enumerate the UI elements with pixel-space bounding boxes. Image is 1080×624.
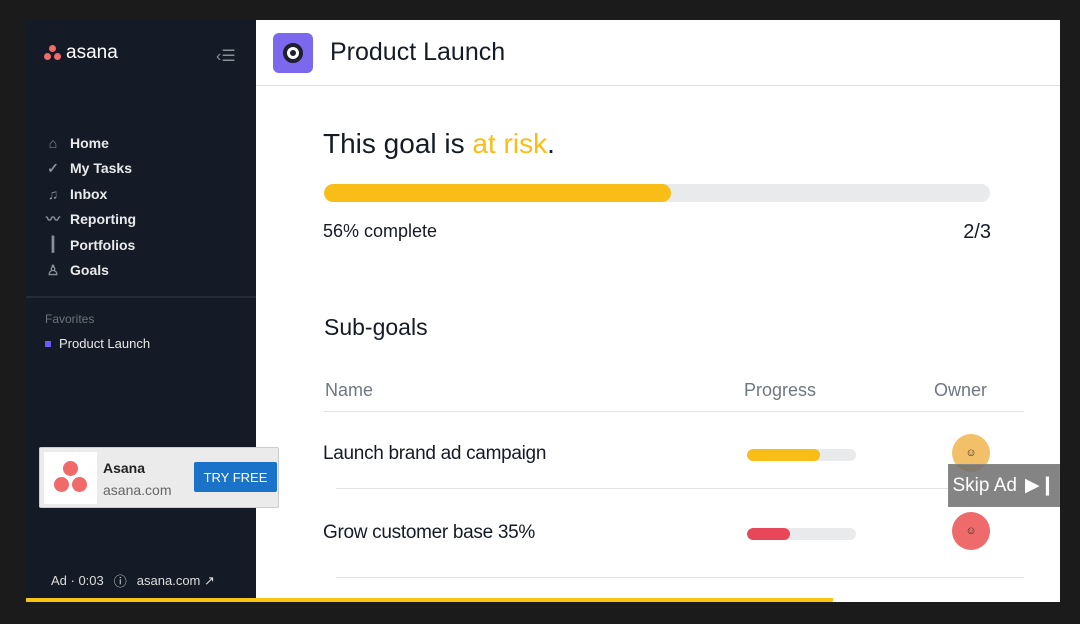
column-header-owner: Owner bbox=[934, 380, 988, 400]
row-divider bbox=[336, 577, 1024, 578]
sidebar-item-home[interactable]: ⌂ Home bbox=[44, 130, 136, 156]
ad-footer-url: asana.com bbox=[136, 572, 201, 588]
bell-icon: ♫ bbox=[47, 185, 59, 202]
header-divider bbox=[324, 411, 1024, 412]
check-circle-icon: ✓ bbox=[47, 159, 59, 176]
ad-advertiser: Asana bbox=[103, 460, 146, 476]
logo-text: asana bbox=[66, 42, 118, 63]
ad-url[interactable]: asana.com bbox=[103, 482, 171, 498]
owner-avatar[interactable]: ☺ bbox=[952, 512, 990, 550]
project-icon bbox=[273, 32, 313, 73]
sidebar-item-my-tasks[interactable]: ✓ My Tasks bbox=[44, 156, 136, 182]
skip-label: Skip Ad bbox=[952, 474, 1017, 496]
skip-ad-button[interactable]: Skip Ad ▶❙ bbox=[948, 464, 1060, 507]
nav-label: My Tasks bbox=[70, 160, 132, 177]
person-icon: ♙ bbox=[46, 261, 60, 278]
subgoal-name[interactable]: Grow customer base 35% bbox=[323, 522, 535, 544]
ad-footer-link[interactable]: asana.com ↗ bbox=[137, 573, 215, 589]
sidebar-item-inbox[interactable]: ♫ Inbox bbox=[44, 181, 136, 207]
skip-next-icon: ▶❙ bbox=[1024, 475, 1056, 496]
main-content: Product Launch This goal is at risk. 56%… bbox=[256, 20, 1060, 602]
nav-label: Goals bbox=[70, 262, 109, 279]
goal-suffix: . bbox=[547, 128, 555, 159]
goal-progress-bar bbox=[324, 184, 990, 202]
column-header-name: Name bbox=[325, 380, 374, 400]
row-divider bbox=[336, 488, 1024, 489]
nav-label: Home bbox=[70, 134, 109, 151]
asana-dots-icon bbox=[44, 45, 62, 61]
sidebar-nav: ⌂ Home ✓ My Tasks ♫ Inbox 〰 Reporting ┃ Portf… bbox=[44, 130, 136, 283]
column-header-progress: Progress bbox=[744, 380, 817, 400]
sidebar-divider bbox=[26, 296, 256, 298]
video-player[interactable]: asana ‹☰ ⌂ Home ✓ My Tasks ♫ Inbox 〰 Reporti… bbox=[26, 20, 1060, 602]
ad-timer: Ad · 0:03 bbox=[51, 573, 104, 588]
goal-progress-fill bbox=[324, 184, 671, 202]
sidebar-item-goals[interactable]: ♙ Goals bbox=[44, 258, 136, 284]
goal-prefix: This goal is bbox=[323, 128, 473, 159]
page-title: Product Launch bbox=[330, 38, 506, 66]
favorite-product-launch[interactable]: Product Launch bbox=[45, 336, 150, 351]
favorites-title: Favorites bbox=[45, 312, 95, 326]
subgoal-name[interactable]: Launch brand ad campaign bbox=[323, 443, 546, 465]
subgoals-title: Sub-goals bbox=[324, 314, 428, 340]
subgoal-progress-fill bbox=[747, 449, 821, 461]
bars-icon: ┃ bbox=[48, 236, 58, 253]
chart-line-icon: 〰 bbox=[46, 211, 60, 228]
home-icon: ⌂ bbox=[48, 134, 58, 151]
nav-label: Reporting bbox=[70, 211, 137, 228]
project-color-dot bbox=[45, 340, 51, 347]
sidebar-item-reporting[interactable]: 〰 Reporting bbox=[44, 207, 136, 233]
subgoal-progress-bar bbox=[747, 449, 856, 461]
goal-status-text: at risk bbox=[472, 128, 548, 159]
progress-count: 2/3 bbox=[963, 221, 991, 243]
progress-label: 56% complete bbox=[323, 221, 438, 241]
external-link-icon: ↗ bbox=[204, 572, 215, 588]
project-header: Product Launch bbox=[256, 20, 1060, 86]
video-progress-bar[interactable] bbox=[26, 598, 1060, 602]
ad-info-bar: Ad · 0:03 ⓘ asana.com ↗ bbox=[51, 571, 215, 590]
subgoal-progress-fill bbox=[747, 528, 790, 540]
nav-label: Inbox bbox=[70, 185, 108, 202]
video-progress-fill bbox=[26, 598, 833, 602]
sidebar-item-portfolios[interactable]: ┃ Portfolios bbox=[44, 232, 136, 258]
asana-logo: asana bbox=[44, 42, 118, 64]
asana-ad-logo-icon bbox=[44, 452, 97, 504]
info-icon[interactable]: ⓘ bbox=[114, 571, 127, 590]
goal-status: This goal is at risk. bbox=[323, 128, 555, 160]
sidebar: asana ‹☰ ⌂ Home ✓ My Tasks ♫ Inbox 〰 Reporti… bbox=[26, 20, 256, 602]
nav-label: Portfolios bbox=[70, 236, 136, 253]
favorite-label: Product Launch bbox=[59, 336, 151, 351]
subgoal-progress-bar bbox=[747, 528, 856, 540]
try-free-button[interactable]: TRY FREE bbox=[194, 462, 277, 492]
collapse-sidebar-icon[interactable]: ‹☰ bbox=[216, 46, 236, 66]
